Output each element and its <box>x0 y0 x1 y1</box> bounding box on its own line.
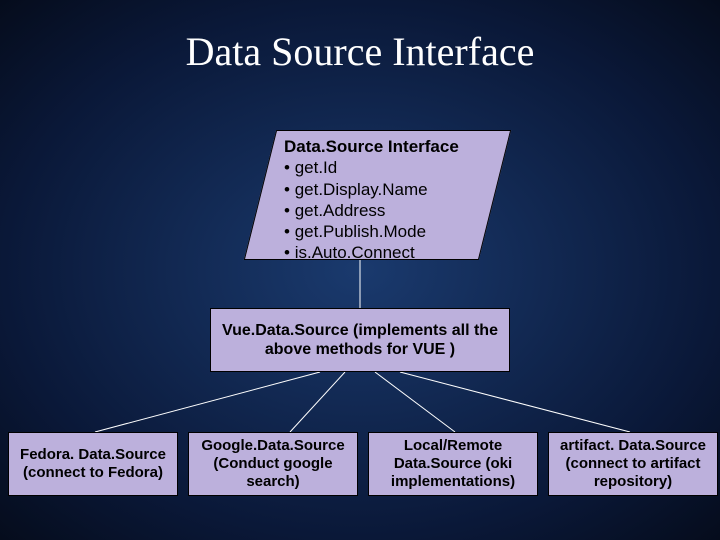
interface-box: Data.Source Interface • get.Id • get.Dis… <box>260 130 495 260</box>
interface-method: • get.Publish.Mode <box>284 221 459 242</box>
interface-header: Data.Source Interface <box>284 136 459 157</box>
interface-method: • get.Id <box>284 157 459 178</box>
local-remote-datasource-box: Local/Remote Data.Source (oki implementa… <box>368 432 538 496</box>
slide-title: Data Source Interface <box>0 0 720 75</box>
fedora-datasource-box: Fedora. Data.Source (connect to Fedora) <box>8 432 178 496</box>
google-datasource-box: Google.Data.Source (Conduct google searc… <box>188 432 358 496</box>
interface-content: Data.Source Interface • get.Id • get.Dis… <box>284 136 459 264</box>
interface-method: • get.Display.Name <box>284 179 459 200</box>
artifact-datasource-box: artifact. Data.Source (connect to artifa… <box>548 432 718 496</box>
interface-method: • get.Address <box>284 200 459 221</box>
interface-method: • is.Auto.Connect <box>284 242 459 263</box>
leaf-row: Fedora. Data.Source (connect to Fedora) … <box>8 432 718 496</box>
vue-datasource-box: Vue.Data.Source (implements all the abov… <box>210 308 510 372</box>
